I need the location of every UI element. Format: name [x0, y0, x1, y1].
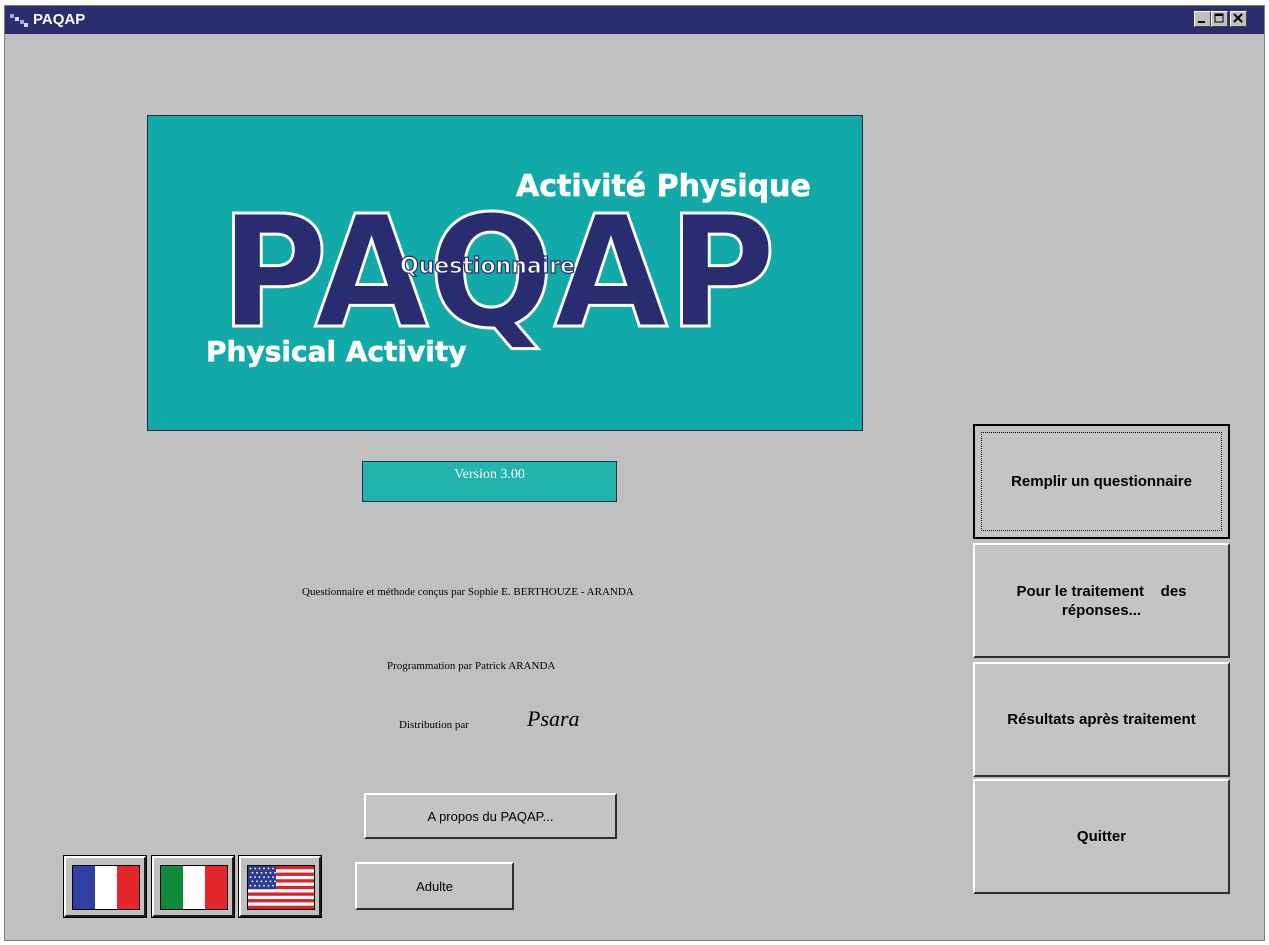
french-flag-button[interactable]: [63, 855, 147, 918]
paqap-banner: Activité Physique PAQAP Questionnaire Ph…: [147, 115, 863, 431]
window-title: PAQAP: [33, 11, 86, 28]
process-responses-label: Pour le traitement des réponses...: [1016, 582, 1191, 619]
distribution-label: Distribution par: [399, 719, 469, 731]
quit-label: Quitter: [1076, 828, 1127, 845]
process-responses-button[interactable]: Pour le traitement des réponses...: [973, 543, 1230, 658]
maximize-icon: [1214, 13, 1224, 23]
results-label: Résultats après traitement: [1007, 711, 1196, 728]
quit-button[interactable]: Quitter: [973, 779, 1230, 894]
distributor-name: Psara: [527, 706, 580, 731]
title-bar[interactable]: PAQAP: [5, 6, 1264, 34]
minimize-icon: [1198, 21, 1205, 23]
results-button[interactable]: Résultats après traitement: [973, 662, 1230, 777]
paqap-logo: Activité Physique PAQAP Questionnaire Ph…: [206, 169, 811, 369]
focus-rectangle: [981, 432, 1222, 531]
fill-questionnaire-button[interactable]: Remplir un questionnaire: [973, 424, 1230, 539]
us-flag-icon: [247, 865, 315, 910]
method-credit: Questionnaire et méthode conçus par Soph…: [302, 586, 634, 598]
app-window: PAQAP Activité Physique PAQAP Questionna…: [4, 5, 1265, 941]
minimize-button[interactable]: [1194, 11, 1211, 27]
questionnaire-label: Questionnaire: [400, 254, 575, 279]
age-group-button[interactable]: Adulte: [355, 862, 514, 910]
about-button[interactable]: A propos du PAQAP...: [364, 793, 617, 839]
italian-flag-button[interactable]: [151, 855, 235, 918]
close-button[interactable]: [1230, 11, 1247, 27]
french-flag-icon: [72, 865, 140, 910]
maximize-button[interactable]: [1211, 11, 1228, 27]
close-icon: [1233, 13, 1243, 23]
us-flag-button[interactable]: [238, 855, 322, 918]
en-subtitle: Physical Activity: [206, 335, 467, 368]
version-label: Version 3.00: [362, 461, 617, 502]
programming-credit: Programmation par Patrick ARANDA: [387, 660, 556, 672]
italian-flag-icon: [160, 865, 228, 910]
app-icon: [10, 14, 28, 27]
